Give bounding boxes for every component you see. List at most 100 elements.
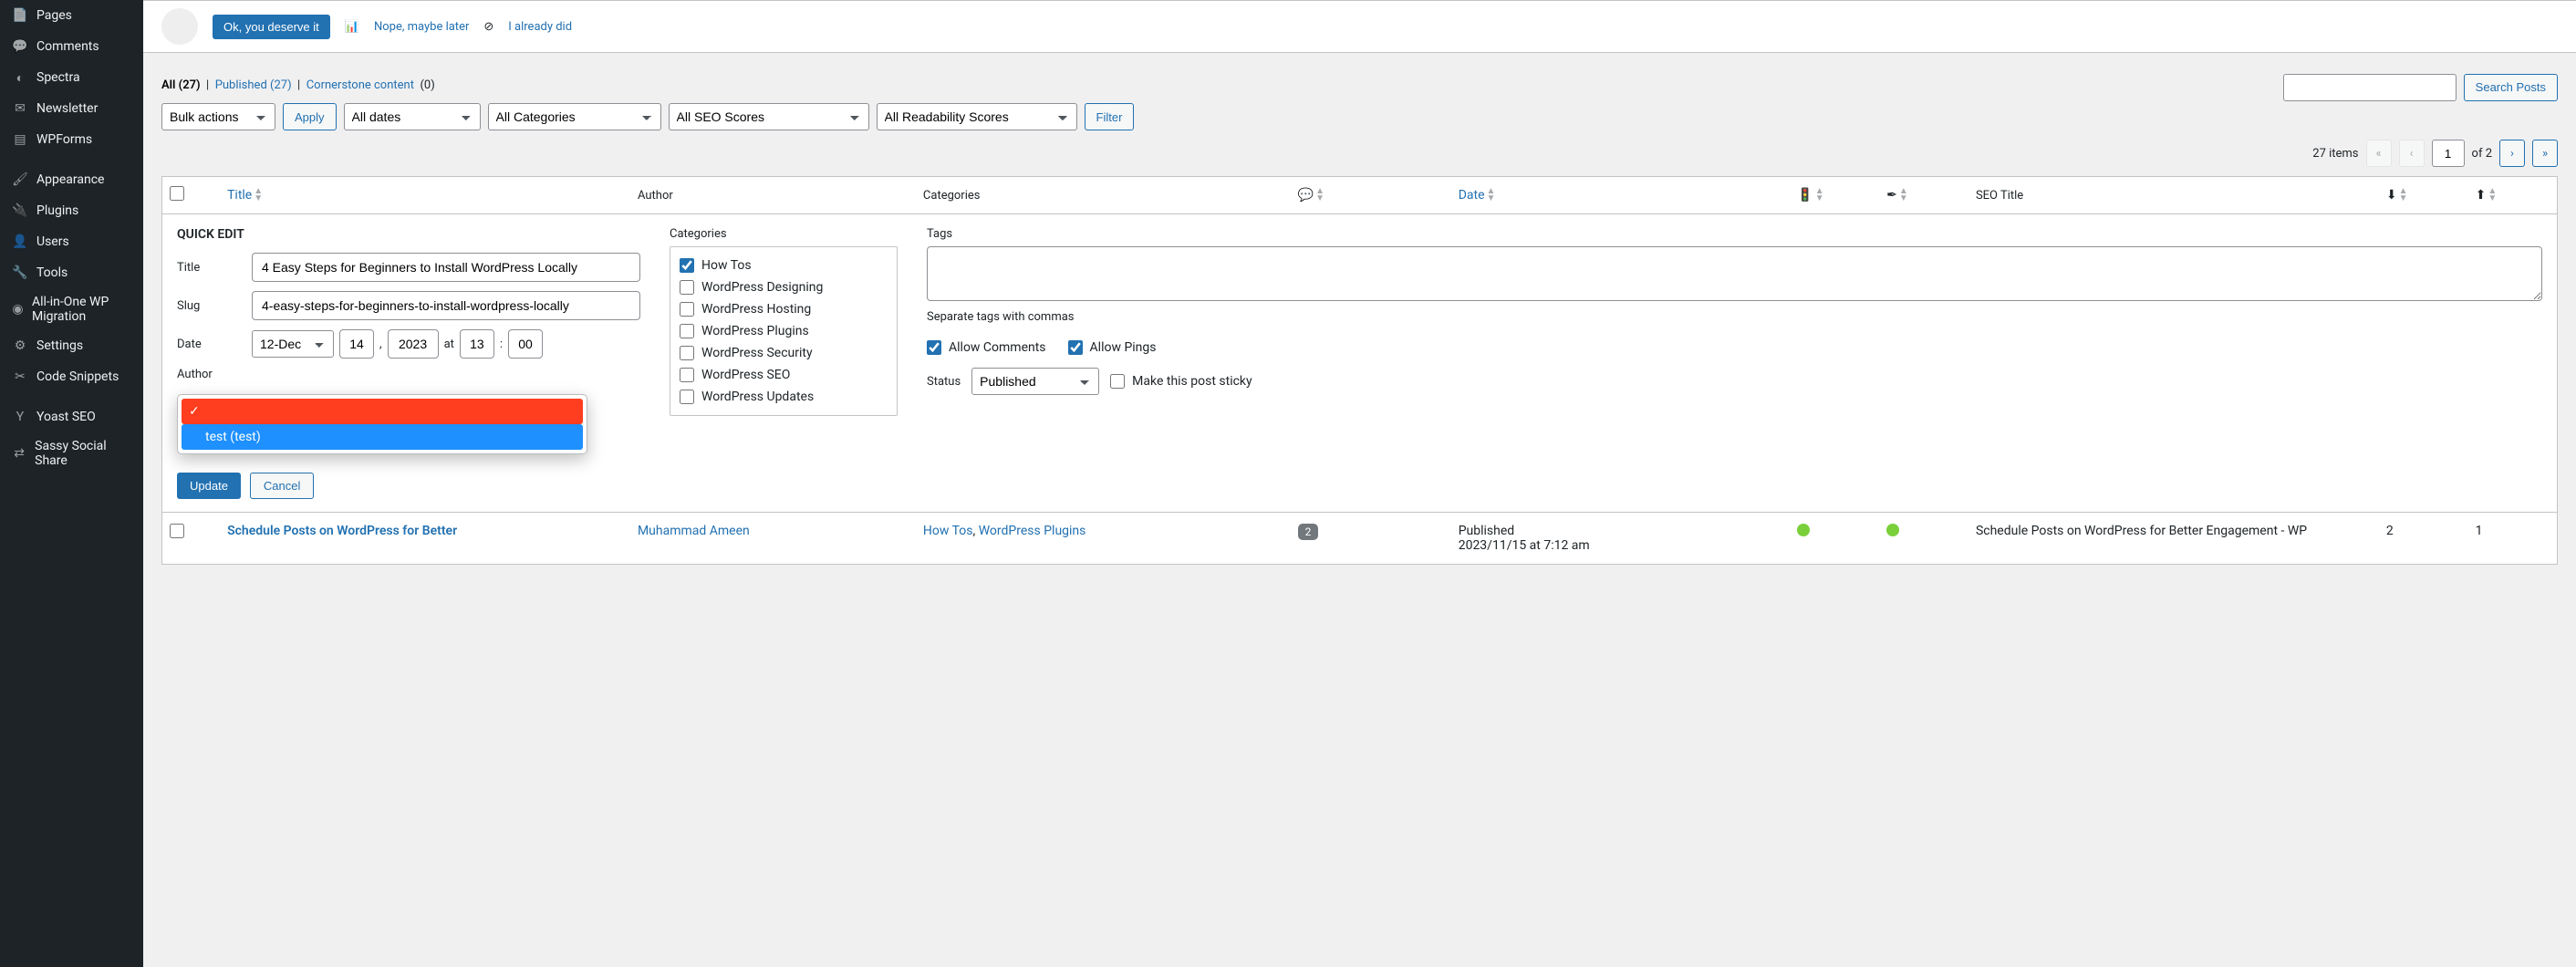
filter-button[interactable]: Filter [1085,103,1135,130]
tools-icon: 🔧 [11,264,29,282]
first-page-button[interactable]: « [2366,140,2392,167]
sidebar-item-wpforms[interactable]: ▤WPForms [0,124,143,155]
of-pages-text: of 2 [2472,147,2492,161]
next-page-button[interactable]: › [2499,140,2525,167]
sort-icon: ▲▼ [1487,188,1496,203]
posts-table: Title▲▼ Author Categories 💬▲▼ Date▲▼ 🚦▲▼… [161,176,2558,565]
readability-score-dot [1797,524,1810,536]
sort-icon: ▲▼ [254,188,263,203]
sidebar-item-appearance[interactable]: 🖌Appearance [0,164,143,195]
category-checkbox[interactable]: WordPress Updates [680,386,888,408]
sidebar-item-newsletter[interactable]: ✉Newsletter [0,93,143,124]
column-author: Author [638,189,673,203]
sort-icon: ▲▼ [1899,188,1908,203]
yoast-icon: Y [11,408,29,426]
tags-input[interactable] [927,246,2542,301]
category-checkbox[interactable]: How Tos [680,255,888,276]
category-checkbox[interactable]: WordPress Hosting [680,298,888,320]
update-button[interactable]: Update [177,473,241,499]
post-author-link[interactable]: Muhammad Ameen [638,524,750,538]
minute-input[interactable] [508,329,543,359]
search-input[interactable] [2283,74,2457,101]
category-filter-select[interactable]: All Categories [488,103,661,130]
category-checkbox[interactable]: WordPress Security [680,342,888,364]
sidebar-item-users[interactable]: 👤Users [0,226,143,257]
readability-filter-select[interactable]: All Readability Scores [877,103,1077,130]
bulk-actions-select[interactable]: Bulk actions [161,103,275,130]
table-row: Schedule Posts on WordPress for Better M… [162,513,2558,565]
row-checkbox[interactable] [170,524,184,538]
admin-sidebar: 📄Pages 💬Comments ◐Spectra ✉Newsletter ▤W… [0,0,143,967]
review-notice: Ok, you deserve it 📊 Nope, maybe later ⊘… [143,0,2576,53]
category-checkbox[interactable]: WordPress Plugins [680,320,888,342]
sidebar-item-spectra[interactable]: ◐Spectra [0,62,143,93]
sidebar-item-yoast[interactable]: YYoast SEO [0,401,143,432]
author-dropdown[interactable]: test (test) [177,394,587,454]
post-category-link[interactable]: How Tos [923,524,973,538]
date-filter-select[interactable]: All dates [344,103,481,130]
seo-score-dot [1886,524,1899,536]
already-icon: ⊘ [483,20,493,34]
comment-count-badge[interactable]: 2 [1298,524,1319,540]
category-checkbox[interactable]: WordPress SEO [680,364,888,386]
column-date[interactable]: Date [1459,188,1485,203]
quick-edit-row: QUICK EDIT Title Slug [162,214,2558,513]
sticky-checkbox[interactable]: Make this post sticky [1110,374,1252,389]
select-all-checkbox[interactable] [170,186,184,201]
allow-comments-checkbox[interactable]: Allow Comments [927,340,1046,355]
filter-published[interactable]: Published (27) [215,78,292,92]
filter-cornerstone[interactable]: Cornerstone content [306,78,414,92]
page-icon: 📄 [11,6,29,25]
title-input[interactable] [252,253,640,282]
page-number-input[interactable] [2432,140,2465,167]
already-did-link[interactable]: I already did [508,20,572,34]
readability-icon: 🚦 [1797,188,1813,203]
ok-deserve-button[interactable]: Ok, you deserve it [213,15,330,39]
filter-toolbar: Bulk actions Apply All dates All Categor… [161,103,2558,130]
slug-input[interactable] [252,291,640,320]
prev-page-button[interactable]: ‹ [2399,140,2425,167]
slug-label: Slug [177,299,241,313]
author-option-selected[interactable] [182,399,583,424]
day-input[interactable] [339,329,374,359]
sidebar-item-comments[interactable]: 💬Comments [0,31,143,62]
seo-score-filter-select[interactable]: All SEO Scores [669,103,869,130]
share-icon: ⇄ [11,444,27,463]
year-input[interactable] [388,329,439,359]
author-option-test[interactable]: test (test) [182,424,583,450]
filter-all[interactable]: All (27) [161,78,201,92]
sidebar-item-code-snippets[interactable]: ✂Code Snippets [0,361,143,392]
allow-pings-checkbox[interactable]: Allow Pings [1068,340,1157,355]
code-icon: ✂ [11,368,29,386]
sidebar-item-settings[interactable]: ⚙Settings [0,330,143,361]
author-label: Author [177,368,241,381]
post-category-link[interactable]: WordPress Plugins [979,524,1086,538]
sort-icon: ▲▼ [1315,188,1324,203]
tags-heading: Tags [927,227,2542,241]
search-posts-button[interactable]: Search Posts [2464,74,2558,101]
tags-hint: Separate tags with commas [927,310,2542,324]
last-page-button[interactable]: » [2532,140,2558,167]
sidebar-item-pages[interactable]: 📄Pages [0,0,143,31]
status-select[interactable]: Published [971,368,1099,395]
sort-icon: ▲▼ [2399,188,2408,203]
outgoing-links-icon: ⬆ [2476,188,2487,203]
comments-icon: 💬 [1298,188,1314,203]
cancel-button[interactable]: Cancel [250,473,314,499]
post-title-link[interactable]: Schedule Posts on WordPress for Better [227,524,457,538]
column-title[interactable]: Title [227,188,252,203]
sidebar-item-tools[interactable]: 🔧Tools [0,257,143,288]
apply-button[interactable]: Apply [283,103,337,130]
category-checkbox[interactable]: WordPress Designing [680,276,888,298]
incoming-links-count: 2 [2386,524,2394,538]
nope-later-link[interactable]: Nope, maybe later [374,20,469,34]
hour-input[interactable] [460,329,494,359]
sidebar-item-sassy[interactable]: ⇄Sassy Social Share [0,432,143,474]
categories-heading: Categories [670,227,898,241]
sidebar-item-migration[interactable]: ◉All-in-One WP Migration [0,288,143,330]
column-categories: Categories [923,189,981,203]
settings-icon: ⚙ [11,337,29,355]
plugin-logo [161,8,198,45]
month-select[interactable]: 12-Dec [252,330,334,358]
sidebar-item-plugins[interactable]: 🔌Plugins [0,195,143,226]
